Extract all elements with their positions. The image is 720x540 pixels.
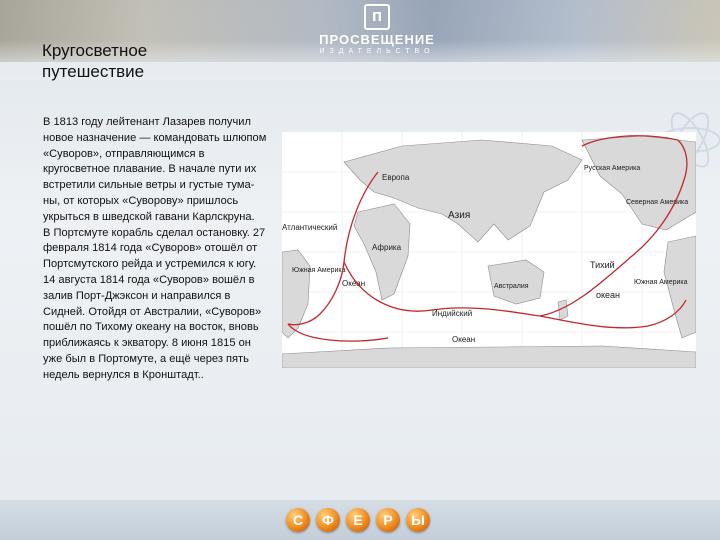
publisher-logo: П ПРОСВЕЩЕНИЕ ИЗДАТЕЛЬСТВО xyxy=(318,4,436,58)
footer-spheres: С Ф Е Р Ы xyxy=(286,508,436,534)
map-label-south-america-east: Южная Америка xyxy=(634,279,688,286)
map-label-europe: Европа xyxy=(382,173,410,182)
world-route-map: Европа Азия Атлантический Африка Русская… xyxy=(282,132,696,368)
sphere-button-1[interactable]: С xyxy=(286,508,310,532)
page-title: Кругосветное путешествие xyxy=(42,40,272,82)
map-label-south-america: Южная Америка xyxy=(292,267,346,274)
map-label-indian: Индийский xyxy=(432,309,472,318)
title-line-1: Кругосветное xyxy=(42,41,148,60)
slide: П ПРОСВЕЩЕНИЕ ИЗДАТЕЛЬСТВО Кругосветное … xyxy=(0,0,720,540)
logo-book-icon: П xyxy=(364,4,390,30)
map-label-ocean-indian: Океан xyxy=(452,335,475,344)
title-line-2: путешествие xyxy=(42,62,145,81)
map-label-atlantic: Атлантический xyxy=(282,223,337,232)
paragraph-2: В Портсмуте корабль сделал остановку. 27… xyxy=(43,226,266,381)
map-label-asia: Азия xyxy=(448,210,470,221)
logo-subtext: ИЗДАТЕЛЬСТВО xyxy=(319,48,435,55)
logo-text: ПРОСВЕЩЕНИЕ xyxy=(319,32,435,47)
map-label-ocean-atlantic: Океан xyxy=(342,279,365,288)
sphere-button-2[interactable]: Ф xyxy=(316,508,340,532)
map-label-africa: Африка xyxy=(372,243,402,252)
map-label-pacific-ocean: океан xyxy=(596,290,620,300)
sphere-button-5[interactable]: Ы xyxy=(406,508,430,532)
map-label-pacific: Тихий xyxy=(590,260,615,270)
paragraph-1: В 1813 году лейтенант Лазарев получил но… xyxy=(43,116,267,223)
map-label-russian-america: Русская Америка xyxy=(584,165,640,172)
body-text: В 1813 году лейтенант Лазарев получил но… xyxy=(43,115,269,384)
sphere-button-3[interactable]: Е xyxy=(346,508,370,532)
map-label-north-america: Северная Америка xyxy=(626,199,688,206)
map-label-australia: Австралия xyxy=(494,283,529,290)
sphere-button-4[interactable]: Р xyxy=(376,508,400,532)
